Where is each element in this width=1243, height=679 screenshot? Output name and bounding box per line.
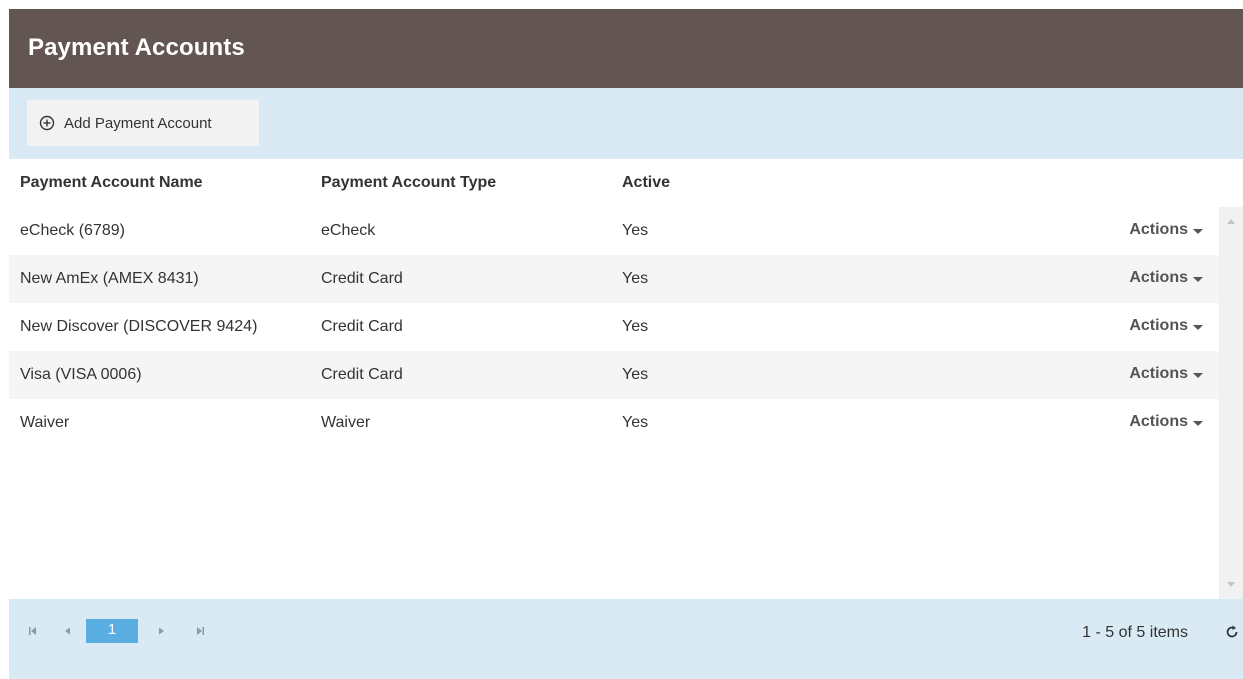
caret-down-icon	[1193, 372, 1203, 378]
payment-accounts-panel: Payment Accounts Add Payment Account Pay…	[9, 9, 1243, 679]
cell-account-type: eCheck	[321, 222, 376, 239]
grid-pager: 1 1 - 5 of 5 items	[9, 599, 1243, 679]
grid-body: eCheck (6789) eCheck Yes Actions New AmE…	[9, 207, 1243, 599]
actions-label: Actions	[1129, 317, 1188, 334]
caret-down-icon	[1193, 228, 1203, 234]
scroll-down-icon[interactable]	[1227, 582, 1235, 587]
cell-account-name: New Discover (DISCOVER 9424)	[20, 318, 258, 335]
add-payment-account-label: Add Payment Account	[64, 114, 212, 132]
actions-label: Actions	[1129, 269, 1188, 286]
cell-account-type: Credit Card	[321, 270, 403, 287]
table-row[interactable]: Waiver Waiver Yes Actions	[9, 399, 1219, 447]
toolbar: Add Payment Account	[9, 88, 1243, 159]
cell-active: Yes	[622, 318, 649, 335]
last-page-icon[interactable]	[190, 621, 210, 641]
current-page-button[interactable]: 1	[86, 619, 138, 643]
next-page-icon[interactable]	[151, 621, 171, 641]
scroll-up-icon[interactable]	[1227, 219, 1235, 224]
cell-active: Yes	[622, 414, 649, 431]
cell-account-name: Visa (VISA 0006)	[20, 366, 142, 383]
add-payment-account-button[interactable]: Add Payment Account	[27, 100, 259, 146]
caret-down-icon	[1193, 276, 1203, 282]
actions-label: Actions	[1129, 413, 1188, 430]
cell-account-type: Waiver	[321, 414, 371, 431]
cell-account-type: Credit Card	[321, 318, 403, 335]
page-title: Payment Accounts	[28, 34, 245, 61]
table-row[interactable]: New AmEx (AMEX 8431) Credit Card Yes Act…	[9, 255, 1219, 303]
cell-active: Yes	[622, 270, 649, 287]
row-actions-dropdown[interactable]: Actions	[1129, 269, 1203, 287]
cell-account-type: Credit Card	[321, 366, 403, 383]
table-row[interactable]: New Discover (DISCOVER 9424) Credit Card…	[9, 303, 1219, 351]
row-actions-dropdown[interactable]: Actions	[1129, 365, 1203, 383]
cell-account-name: Waiver	[20, 414, 70, 431]
panel-header: Payment Accounts	[9, 9, 1243, 88]
first-page-icon[interactable]	[23, 621, 43, 641]
row-actions-dropdown[interactable]: Actions	[1129, 317, 1203, 335]
cell-active: Yes	[622, 222, 649, 239]
table-row[interactable]: eCheck (6789) eCheck Yes Actions	[9, 207, 1219, 255]
column-header-name[interactable]: Payment Account Name	[20, 174, 203, 192]
vertical-scrollbar[interactable]	[1219, 207, 1243, 599]
plus-circle-icon	[39, 115, 55, 131]
caret-down-icon	[1193, 420, 1203, 426]
row-actions-dropdown[interactable]: Actions	[1129, 413, 1203, 431]
row-actions-dropdown[interactable]: Actions	[1129, 221, 1203, 239]
grid-header: Payment Account Name Payment Account Typ…	[9, 159, 1243, 207]
items-count-label: 1 - 5 of 5 items	[1082, 624, 1188, 641]
column-header-active[interactable]: Active	[622, 174, 670, 192]
prev-page-icon[interactable]	[58, 621, 78, 641]
actions-label: Actions	[1129, 221, 1188, 238]
refresh-icon[interactable]	[1224, 624, 1240, 640]
cell-active: Yes	[622, 366, 649, 383]
actions-label: Actions	[1129, 365, 1188, 382]
caret-down-icon	[1193, 324, 1203, 330]
column-header-type[interactable]: Payment Account Type	[321, 174, 496, 192]
cell-account-name: eCheck (6789)	[20, 222, 125, 239]
table-row[interactable]: Visa (VISA 0006) Credit Card Yes Actions	[9, 351, 1219, 399]
cell-account-name: New AmEx (AMEX 8431)	[20, 270, 199, 287]
